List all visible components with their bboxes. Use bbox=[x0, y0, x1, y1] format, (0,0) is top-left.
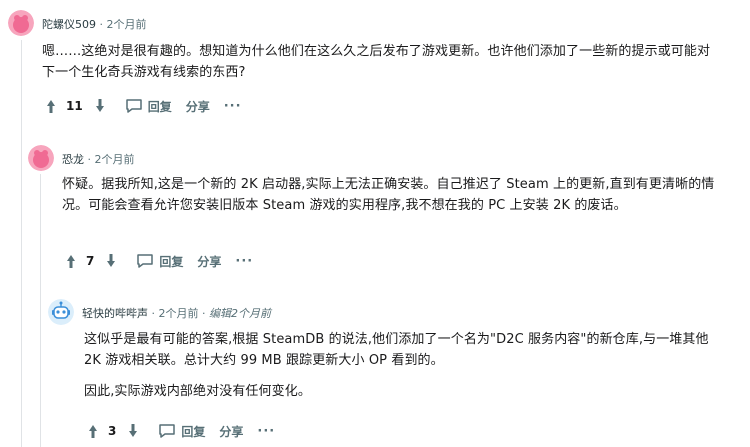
more-options-button[interactable]: ··· bbox=[224, 99, 242, 114]
thread-line-2 bbox=[40, 174, 41, 447]
reply-button[interactable]: 回复 bbox=[158, 423, 205, 440]
share-button[interactable]: 分享 bbox=[219, 423, 243, 440]
more-options-button[interactable]: ··· bbox=[235, 254, 253, 269]
comment-body: 这似乎是最有可能的答案,根据 SteamDB 的说法,他们添加了一个名为"D2C… bbox=[84, 329, 724, 402]
meta-separator: · bbox=[99, 18, 104, 31]
downvote-icon[interactable] bbox=[126, 422, 140, 440]
comment-meta: 恐龙 · 2个月前 bbox=[62, 151, 135, 167]
author-name[interactable]: 陀螺仪509 bbox=[42, 18, 96, 31]
avatar[interactable] bbox=[8, 10, 34, 36]
reply-label: 回复 bbox=[181, 424, 206, 439]
meta-separator: · bbox=[151, 307, 156, 320]
meta-separator: · bbox=[202, 307, 206, 320]
avatar[interactable] bbox=[28, 145, 54, 171]
reply-label: 回复 bbox=[147, 99, 172, 114]
comment-time[interactable]: 2个月前 bbox=[95, 153, 135, 166]
downvote-icon[interactable] bbox=[104, 252, 118, 270]
upvote-icon[interactable] bbox=[44, 97, 58, 115]
comment-time[interactable]: 2个月前 bbox=[159, 307, 199, 320]
reply-button[interactable]: 回复 bbox=[136, 253, 183, 270]
share-button[interactable]: 分享 bbox=[197, 253, 221, 270]
author-name[interactable]: 恐龙 bbox=[62, 153, 84, 166]
thread-line-1 bbox=[21, 40, 22, 447]
edited-label: 编辑2个月前 bbox=[209, 307, 271, 320]
comment-paragraph: 嗯……这绝对是很有趣的。想知道为什么他们在这么久之后发布了游戏更新。也许他们添加… bbox=[42, 44, 711, 80]
reply-button[interactable]: 回复 bbox=[125, 98, 172, 115]
reply-label: 回复 bbox=[159, 254, 184, 269]
comment-body: 嗯……这绝对是很有趣的。想知道为什么他们在这么久之后发布了游戏更新。也许他们添加… bbox=[42, 41, 722, 83]
avatar-icon bbox=[28, 145, 54, 171]
comment-bubble-icon bbox=[125, 99, 142, 113]
comment-paragraph: 这似乎是最有可能的答案,根据 SteamDB 的说法,他们添加了一个名为"D2C… bbox=[84, 332, 709, 368]
comment-time[interactable]: 2个月前 bbox=[107, 18, 147, 31]
share-button[interactable]: 分享 bbox=[186, 98, 210, 115]
comment-paragraph: 因此,实际游戏内部绝对没有任何变化。 bbox=[84, 384, 311, 399]
comment-actions: 3 回复 分享 ··· bbox=[86, 419, 275, 443]
more-options-button[interactable]: ··· bbox=[257, 424, 275, 439]
vote-score: 11 bbox=[66, 99, 83, 113]
downvote-icon[interactable] bbox=[93, 97, 107, 115]
comment-meta: 轻快的哔哔声 · 2个月前 · 编辑2个月前 bbox=[82, 305, 271, 321]
upvote-icon[interactable] bbox=[86, 422, 100, 440]
avatar[interactable] bbox=[48, 299, 74, 325]
comment-meta: 陀螺仪509 · 2个月前 bbox=[42, 16, 147, 32]
robot-avatar-icon bbox=[48, 299, 74, 325]
author-name[interactable]: 轻快的哔哔声 bbox=[82, 307, 148, 320]
meta-separator: · bbox=[87, 153, 92, 166]
avatar-icon bbox=[8, 10, 34, 36]
upvote-icon[interactable] bbox=[64, 252, 78, 270]
comment-paragraph: 怀疑。据我所知,这是一个新的 2K 启动器,实际上无法正确安装。自己推迟了 St… bbox=[62, 177, 715, 213]
comment-actions: 7 回复 分享 ··· bbox=[64, 249, 253, 273]
comment-body: 怀疑。据我所知,这是一个新的 2K 启动器,实际上无法正确安装。自己推迟了 St… bbox=[62, 174, 722, 216]
vote-score: 7 bbox=[86, 254, 95, 268]
vote-score: 3 bbox=[108, 424, 117, 438]
comment-actions: 11 回复 分享 ··· bbox=[44, 94, 242, 118]
comment-bubble-icon bbox=[159, 424, 176, 438]
comment-bubble-icon bbox=[137, 254, 154, 268]
